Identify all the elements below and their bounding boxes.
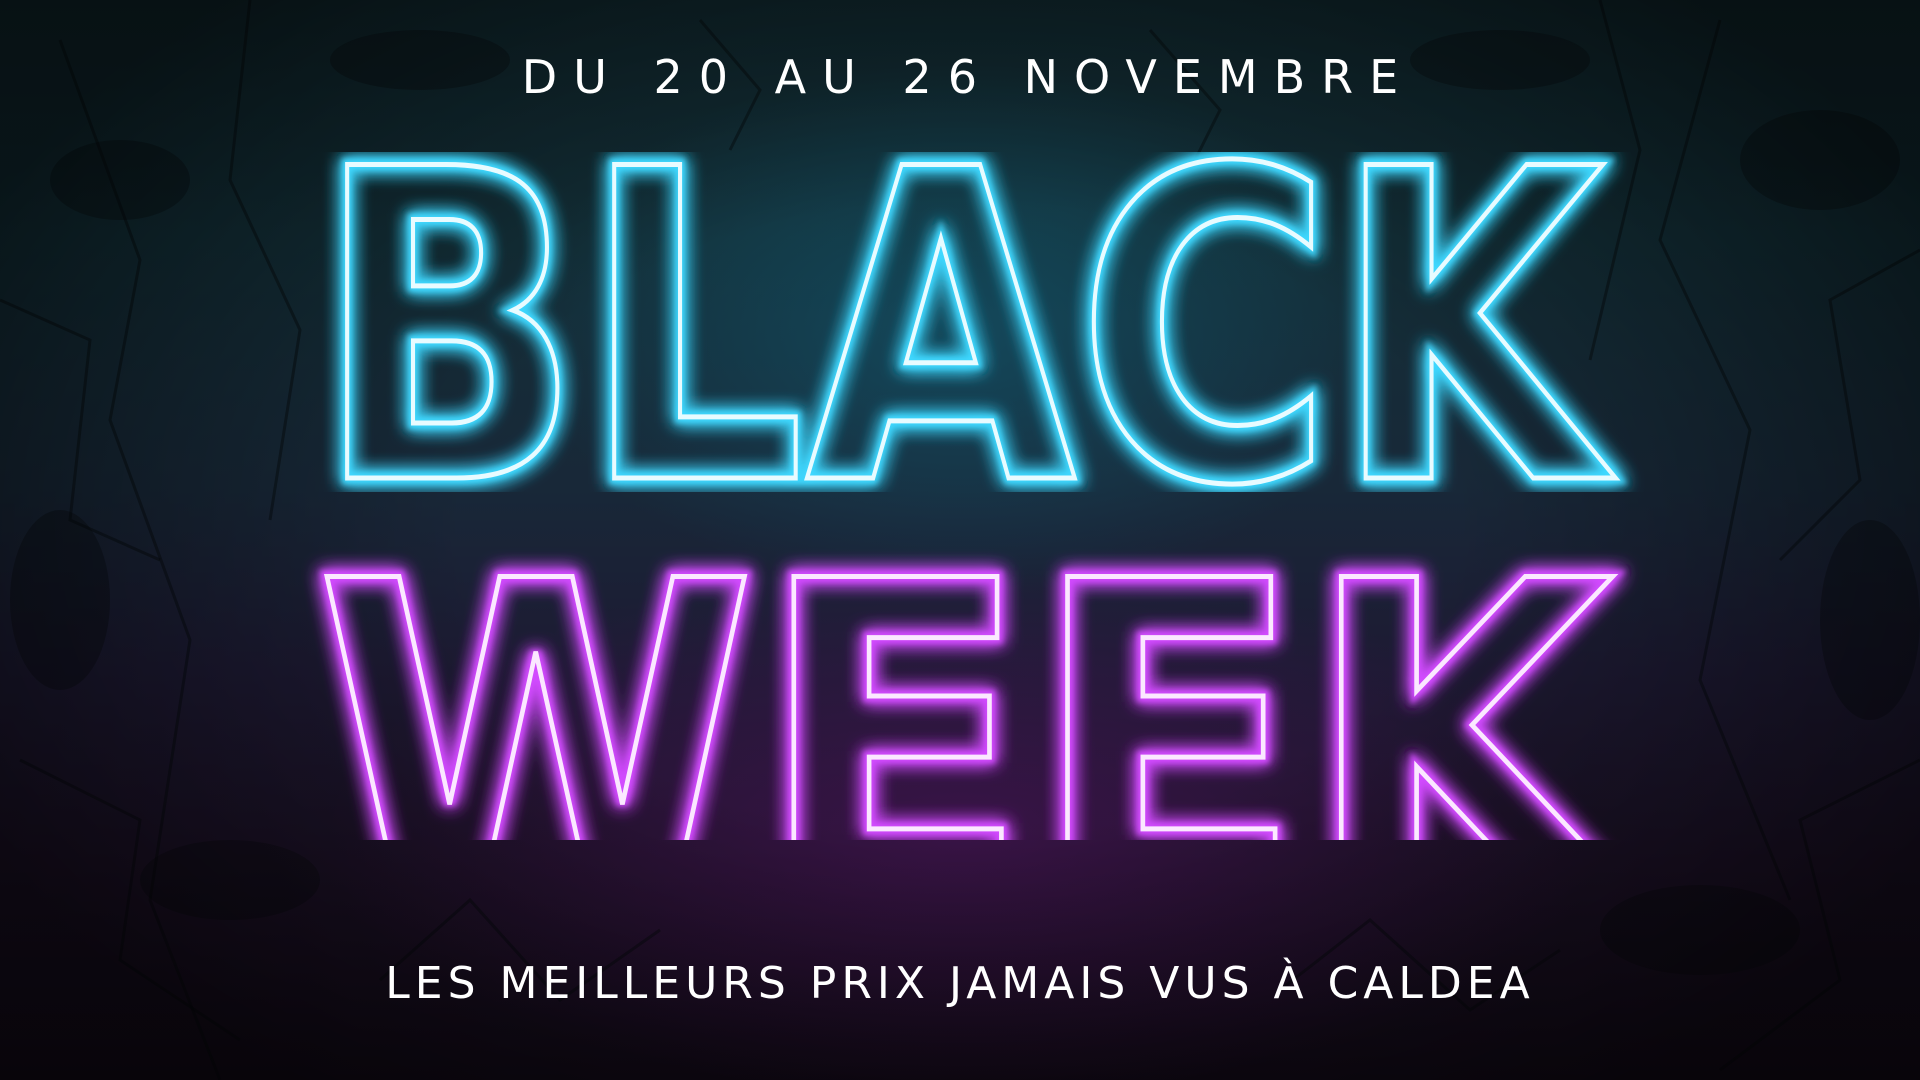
black-week-banner: DU 20 AU 26 NOVEMBRE BLACK BLACK WEEK WE…	[0, 0, 1920, 1080]
event-dates: DU 20 AU 26 NOVEMBRE	[521, 50, 1415, 104]
tagline: LES MEILLEURS PRIX JAMAIS VUS À CALDEA	[385, 958, 1535, 1009]
headline-black: BLACK	[315, 152, 1618, 492]
headline-black-neon: BLACK BLACK	[309, 152, 1624, 492]
headline-week-neon: WEEK WEEK	[309, 500, 1636, 840]
headline-week: WEEK	[315, 500, 1630, 840]
